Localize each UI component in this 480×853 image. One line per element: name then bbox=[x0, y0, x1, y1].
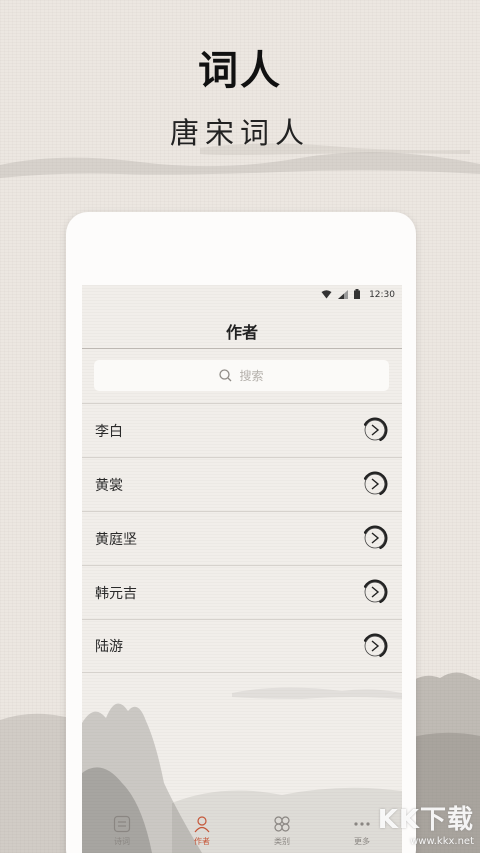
chevron-right-icon[interactable] bbox=[362, 633, 388, 659]
tab-poems[interactable]: 诗词 bbox=[82, 809, 162, 853]
chevron-right-icon[interactable] bbox=[362, 579, 388, 605]
watermark-url: www.kkx.net bbox=[410, 836, 474, 847]
author-list: 李白 黄裳 黄庭坚 韩元吉 陆游 bbox=[82, 403, 402, 673]
list-item[interactable]: 陆游 bbox=[82, 619, 402, 673]
search-placeholder: 搜索 bbox=[239, 369, 264, 383]
chevron-right-icon[interactable] bbox=[362, 417, 388, 443]
battery-icon bbox=[354, 289, 360, 299]
search-input[interactable]: 搜索 bbox=[94, 360, 389, 391]
page-title: 作者 bbox=[225, 323, 258, 342]
tab-categories[interactable]: 类别 bbox=[242, 809, 322, 853]
author-name: 陆游 bbox=[95, 639, 123, 655]
promo-headline: 词人 bbox=[198, 48, 282, 94]
tab-label: 更多 bbox=[354, 837, 370, 846]
bottom-tab-bar: 诗词 作者 类别 更多 bbox=[82, 809, 402, 853]
book-icon bbox=[113, 815, 131, 833]
person-icon bbox=[194, 816, 210, 833]
list-item[interactable]: 韩元吉 bbox=[82, 565, 402, 619]
list-item[interactable]: 黄裳 bbox=[82, 457, 402, 511]
promo-subline: 唐宋词人 bbox=[169, 116, 310, 150]
more-icon bbox=[354, 822, 370, 826]
tab-authors[interactable]: 作者 bbox=[162, 809, 242, 853]
author-name: 李白 bbox=[95, 423, 123, 440]
status-time: 12:30 bbox=[369, 290, 395, 300]
tab-label: 类别 bbox=[274, 837, 290, 846]
status-bar: 12:30 bbox=[82, 285, 402, 307]
search-icon bbox=[219, 369, 232, 382]
wifi-icon bbox=[321, 289, 332, 298]
author-name: 黄裳 bbox=[95, 477, 123, 494]
author-name: 韩元吉 bbox=[95, 585, 137, 602]
tab-label: 作者 bbox=[194, 837, 210, 846]
chevron-right-icon[interactable] bbox=[362, 471, 388, 497]
site-watermark: KK下载 www.kkx.net bbox=[378, 799, 474, 847]
app-screen: 12:30 作者 搜索 李白 黄裳 黄庭坚 韩元吉 陆游 bbox=[82, 285, 402, 853]
signal-icon bbox=[338, 289, 348, 299]
list-item[interactable]: 李白 bbox=[82, 403, 402, 457]
appbar-divider bbox=[82, 348, 402, 349]
list-item[interactable]: 黄庭坚 bbox=[82, 511, 402, 565]
category-icon bbox=[274, 816, 290, 832]
watermark-brand: KK下载 bbox=[377, 805, 474, 835]
author-name: 黄庭坚 bbox=[95, 531, 137, 548]
tab-label: 诗词 bbox=[114, 837, 130, 846]
chevron-right-icon[interactable] bbox=[362, 525, 388, 551]
